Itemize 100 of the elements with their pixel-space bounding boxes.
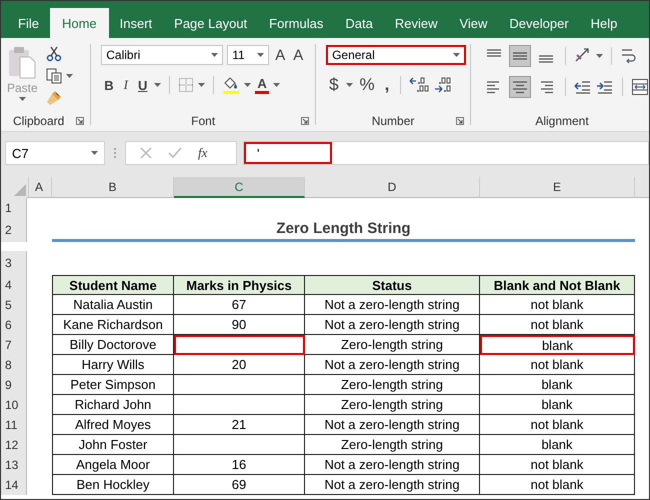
dialog-launcher-icon[interactable] — [301, 117, 310, 125]
table-cell[interactable]: 21 — [174, 415, 305, 435]
dialog-launcher-icon[interactable] — [76, 117, 84, 125]
font-size-dropdown[interactable]: 11 — [227, 45, 270, 65]
caret-icon[interactable] — [211, 53, 218, 57]
ribbon-tab[interactable]: Formulas — [258, 9, 334, 38]
ribbon-tab[interactable]: View — [448, 9, 498, 38]
table-cell[interactable]: Zero-length string — [305, 375, 480, 395]
table-cell[interactable]: Alfred Moyes — [52, 415, 174, 435]
column-header[interactable]: C — [174, 177, 305, 198]
decrease-decimal-icon[interactable] — [433, 76, 454, 94]
caret-icon[interactable] — [346, 83, 353, 87]
ribbon-tab[interactable]: Developer — [498, 9, 580, 38]
name-box[interactable]: C7 — [5, 141, 105, 165]
row-header[interactable]: 7 — [1, 335, 27, 355]
table-cell[interactable]: Billy Doctorove — [52, 335, 174, 355]
formula-input[interactable]: ' — [243, 141, 649, 165]
table-cell[interactable]: not blank — [480, 455, 635, 475]
table-cell[interactable]: blank — [480, 375, 635, 395]
percent-button[interactable]: % — [356, 75, 378, 95]
table-cell[interactable]: Ben Hockley — [52, 475, 174, 495]
caret-icon[interactable] — [198, 83, 206, 87]
table-cell[interactable] — [174, 435, 305, 455]
table-cell[interactable]: Not a zero-length string — [305, 315, 480, 335]
scissors-icon[interactable] — [46, 46, 62, 62]
table-cell[interactable]: 67 — [174, 295, 305, 315]
row-header[interactable]: 6 — [1, 315, 27, 335]
caret-icon[interactable] — [272, 83, 280, 87]
dialog-launcher-icon[interactable] — [456, 117, 464, 125]
table-cell[interactable]: 16 — [174, 455, 305, 475]
row-header[interactable]: 2 — [1, 218, 27, 242]
table-cell[interactable]: Not a zero-length string — [305, 475, 480, 495]
ribbon-tab[interactable]: Review — [384, 9, 448, 38]
row-header[interactable]: 4 — [1, 275, 27, 295]
caret-icon[interactable] — [91, 151, 98, 155]
insert-function-button[interactable]: fx — [198, 145, 208, 161]
row-header[interactable]: 8 — [1, 355, 27, 375]
bold-button[interactable]: B — [101, 78, 117, 92]
caret-icon[interactable] — [18, 97, 26, 101]
table-cell[interactable]: Richard John — [52, 395, 174, 415]
table-cell[interactable] — [174, 375, 305, 395]
caret-icon[interactable] — [244, 83, 252, 87]
underline-button[interactable]: U — [134, 78, 150, 92]
table-cell[interactable]: 20 — [174, 355, 305, 375]
table-cell[interactable] — [174, 335, 305, 355]
table-cell[interactable]: blank — [480, 395, 635, 415]
table-cell[interactable]: Not a zero-length string — [305, 295, 480, 315]
table-cell[interactable]: not blank — [480, 355, 635, 375]
vertical-align-button[interactable] — [509, 45, 532, 67]
row-header[interactable]: 1 — [1, 198, 27, 218]
caret-icon[interactable] — [154, 83, 162, 87]
table-cell[interactable]: Peter Simpson — [52, 375, 174, 395]
table-cell[interactable]: Not a zero-length string — [305, 455, 480, 475]
font-name-dropdown[interactable]: Calibri — [101, 45, 224, 65]
ribbon-tab[interactable]: Help — [580, 9, 628, 38]
table-cell[interactable]: blank — [480, 335, 635, 355]
caret-icon[interactable] — [453, 53, 460, 57]
table-cell[interactable]: John Foster — [52, 435, 174, 455]
table-cell[interactable]: 90 — [174, 315, 305, 335]
wrap-text-icon[interactable] — [620, 47, 636, 65]
check-icon[interactable] — [168, 147, 182, 159]
increase-font-size-button[interactable]: A — [273, 46, 288, 64]
table-cell[interactable]: not blank — [480, 415, 635, 435]
font-color-button[interactable]: A — [255, 76, 269, 94]
column-header[interactable]: A — [27, 177, 52, 198]
ribbon-tab[interactable]: Home — [50, 8, 109, 38]
table-cell[interactable]: Harry Wills — [52, 355, 174, 375]
ribbon-tab[interactable]: Insert — [108, 9, 164, 38]
borders-icon[interactable] — [178, 77, 194, 93]
table-cell[interactable]: blank — [480, 435, 635, 455]
row-header[interactable]: 10 — [1, 395, 27, 415]
table-cell[interactable]: Kane Richardson — [52, 315, 174, 335]
table-cell[interactable]: 69 — [174, 475, 305, 495]
row-header[interactable]: 3 — [1, 251, 27, 275]
table-cell[interactable]: Angela Moor — [52, 455, 174, 475]
table-cell[interactable]: Not a zero-length string — [305, 415, 480, 435]
table-cell[interactable] — [174, 395, 305, 415]
ribbon-tab[interactable]: Page Layout — [163, 9, 258, 38]
table-cell[interactable]: Not a zero-length string — [305, 355, 480, 375]
row-header[interactable]: 13 — [1, 455, 27, 475]
row-header[interactable]: 12 — [1, 435, 27, 455]
currency-button[interactable]: $ — [326, 75, 342, 95]
merge-cells-icon[interactable] — [631, 78, 649, 96]
number-format-dropdown[interactable]: General — [326, 45, 466, 65]
column-header[interactable]: D — [305, 177, 480, 198]
row-header[interactable]: 5 — [1, 295, 27, 315]
caret-icon[interactable] — [66, 74, 73, 78]
column-header[interactable]: E — [480, 177, 635, 198]
copy-icon[interactable] — [46, 68, 62, 84]
comma-style-button[interactable]: , — [382, 75, 392, 95]
horizontal-align-button[interactable] — [509, 76, 532, 98]
fill-color-icon[interactable] — [222, 76, 240, 94]
table-cell[interactable]: Zero-length string — [305, 395, 480, 415]
table-cell[interactable]: not blank — [480, 315, 635, 335]
row-header[interactable]: 9 — [1, 375, 27, 395]
table-cell[interactable]: Zero-length string — [305, 335, 480, 355]
caret-icon[interactable] — [257, 53, 264, 57]
table-cell[interactable]: not blank — [480, 295, 635, 315]
caret-icon[interactable] — [596, 54, 604, 58]
row-header[interactable]: 14 — [1, 475, 27, 495]
